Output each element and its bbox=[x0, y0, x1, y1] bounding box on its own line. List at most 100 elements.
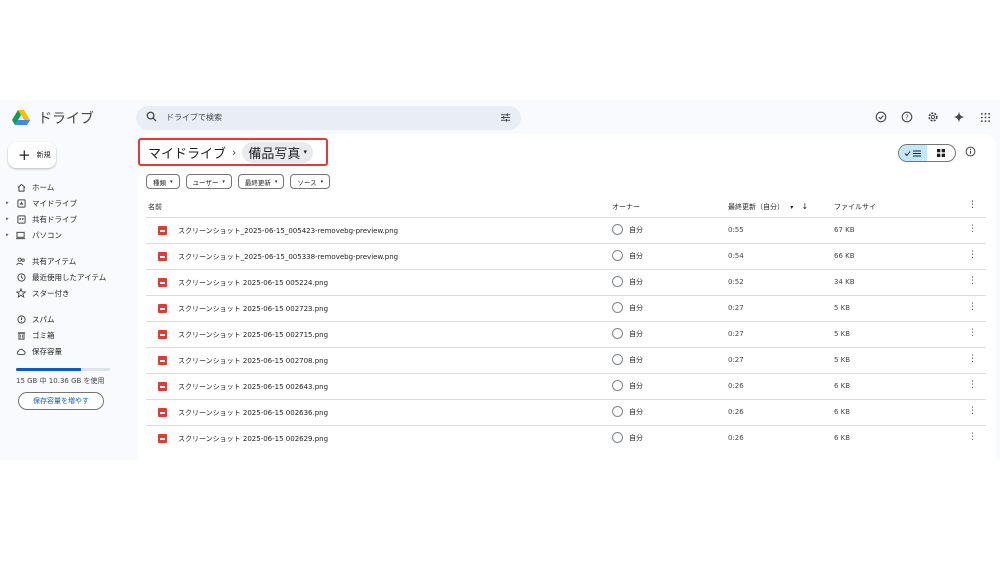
image-file-icon bbox=[158, 226, 167, 235]
table-row[interactable]: スクリーンショット 2025-06-15 002636.png 自分 0:26 6 K… bbox=[146, 399, 986, 425]
avatar bbox=[612, 302, 623, 313]
avatar bbox=[612, 276, 623, 287]
file-owner: 自分 bbox=[612, 276, 643, 287]
column-header-size[interactable]: ファイルサイ bbox=[834, 202, 876, 212]
column-header-modified[interactable]: 最終更新（自分） ▾ ↓ bbox=[728, 202, 808, 212]
more-actions-icon[interactable]: ⋮ bbox=[968, 406, 977, 416]
more-actions-icon[interactable]: ⋮ bbox=[968, 380, 977, 390]
filter-chips: 種類 ▾ ユーザー ▾ 最終更新 ▾ ソース ▾ bbox=[146, 174, 331, 189]
sort-arrow-down-icon[interactable]: ↓ bbox=[801, 202, 808, 211]
sidebar-item-starred[interactable]: スター付き bbox=[6, 286, 70, 300]
drive-app: ドライブ ドライブで検索 ? + 新規 ホーム ▸ マイドライブ ▸ 共有ドライ… bbox=[0, 100, 1000, 460]
breadcrumb: マイドライブ › 備品写真 ▾ bbox=[138, 138, 328, 166]
owner-label: 自分 bbox=[629, 407, 643, 416]
settings-gear-icon[interactable] bbox=[926, 110, 940, 124]
more-actions-icon[interactable]: ⋮ bbox=[968, 354, 977, 364]
chevron-down-icon: ▾ bbox=[170, 178, 173, 185]
sidebar-item-shared-with-me[interactable]: 共有アイテム bbox=[6, 254, 76, 268]
sidebar-item-recent[interactable]: 最近使用したアイテム bbox=[6, 270, 106, 284]
table-row[interactable]: スクリーンショット 2025-06-15 005224.png 自分 0:52 34 … bbox=[146, 269, 986, 295]
sidebar-item-home[interactable]: ホーム bbox=[6, 180, 54, 194]
help-icon[interactable]: ? bbox=[900, 110, 914, 124]
avatar bbox=[612, 432, 623, 443]
owner-label: 自分 bbox=[629, 355, 643, 364]
sidebar-item-shared-drives[interactable]: ▸ 共有ドライブ bbox=[6, 212, 77, 226]
breadcrumb-current-folder[interactable]: 備品写真 ▾ bbox=[242, 141, 313, 163]
file-name: スクリーンショット 2025-06-15 002636.png bbox=[178, 409, 329, 417]
file-owner: 自分 bbox=[612, 354, 643, 365]
table-row[interactable]: スクリーンショット 2025-06-15 002715.png 自分 0:27 5 K… bbox=[146, 321, 986, 347]
file-modified: 0:27 bbox=[728, 356, 744, 364]
shared-people-icon bbox=[16, 256, 26, 266]
storage-usage-fill bbox=[16, 368, 81, 371]
sidebar-item-trash[interactable]: ゴミ箱 bbox=[6, 328, 55, 342]
avatar bbox=[612, 380, 623, 391]
svg-text:?: ? bbox=[905, 113, 909, 121]
owner-label: 自分 bbox=[629, 303, 643, 312]
grid-view-button[interactable] bbox=[927, 145, 955, 161]
more-options-icon[interactable]: ⋮ bbox=[968, 200, 977, 210]
sidebar-item-storage[interactable]: 保存容量 bbox=[6, 344, 62, 358]
computer-icon bbox=[16, 230, 26, 240]
chevron-down-icon: ▾ bbox=[222, 178, 225, 185]
new-button[interactable]: + 新規 bbox=[8, 142, 56, 168]
apps-grid-icon[interactable] bbox=[978, 110, 992, 124]
expand-caret-icon[interactable]: ▸ bbox=[6, 200, 10, 206]
file-owner: 自分 bbox=[612, 432, 643, 443]
more-actions-icon[interactable]: ⋮ bbox=[968, 432, 977, 442]
more-actions-icon[interactable]: ⋮ bbox=[968, 250, 977, 260]
file-size: 5 KB bbox=[834, 304, 851, 312]
file-owner: 自分 bbox=[612, 224, 643, 235]
info-icon[interactable] bbox=[965, 146, 976, 157]
column-header-owner[interactable]: オーナー bbox=[612, 202, 640, 212]
table-row[interactable]: スクリーンショット_2025-06-15_005423-removebg-pre… bbox=[146, 217, 986, 243]
sidebar-item-label: 共有ドライブ bbox=[32, 214, 77, 224]
sidebar-item-label: ホーム bbox=[32, 182, 55, 192]
expand-caret-icon[interactable]: ▸ bbox=[6, 232, 10, 238]
filter-type-chip[interactable]: 種類 ▾ bbox=[146, 174, 180, 189]
table-row[interactable]: スクリーンショット 2025-06-15 002629.png 自分 0:26 6 K… bbox=[146, 425, 986, 451]
sidebar-item-computers[interactable]: ▸ パソコン bbox=[6, 228, 62, 242]
table-row[interactable]: スクリーンショット_2025-06-15_005338-removebg-pre… bbox=[146, 243, 986, 269]
sidebar-item-label: 最近使用したアイテム bbox=[32, 272, 107, 282]
file-name: スクリーンショット_2025-06-15_005423-removebg-pre… bbox=[178, 227, 399, 235]
more-actions-icon[interactable]: ⋮ bbox=[968, 328, 977, 338]
drive-logo[interactable]: ドライブ bbox=[12, 108, 94, 128]
filter-source-chip[interactable]: ソース ▾ bbox=[290, 174, 331, 189]
sort-dropdown-icon[interactable]: ▾ bbox=[790, 204, 793, 211]
list-view-button[interactable] bbox=[899, 145, 927, 161]
file-name: スクリーンショット_2025-06-15_005338-removebg-pre… bbox=[178, 253, 399, 261]
app-title: ドライブ bbox=[38, 111, 94, 127]
file-modified: 0:26 bbox=[728, 408, 744, 416]
column-header-name[interactable]: 名前 bbox=[148, 202, 162, 212]
breadcrumb-root[interactable]: マイドライブ bbox=[148, 143, 226, 162]
table-row[interactable]: スクリーンショット 2025-06-15 002723.png 自分 0:27 5 K… bbox=[146, 295, 986, 321]
more-actions-icon[interactable]: ⋮ bbox=[968, 224, 977, 234]
table-row[interactable]: スクリーンショット 2025-06-15 002643.png 自分 0:26 6 K… bbox=[146, 373, 986, 399]
file-modified: 0:26 bbox=[728, 434, 744, 442]
filter-people-chip[interactable]: ユーザー ▾ bbox=[185, 174, 232, 189]
table-row[interactable]: スクリーンショット 2025-06-15 002708.png 自分 0:27 5 K… bbox=[146, 347, 986, 373]
more-actions-icon[interactable]: ⋮ bbox=[968, 276, 977, 286]
filter-modified-chip[interactable]: 最終更新 ▾ bbox=[237, 174, 285, 189]
search-box[interactable]: ドライブで検索 bbox=[136, 106, 521, 130]
current-folder-name: 備品写真 bbox=[248, 146, 301, 162]
offline-status-icon[interactable] bbox=[874, 110, 888, 124]
more-actions-icon[interactable]: ⋮ bbox=[968, 302, 977, 312]
sidebar-item-spam[interactable]: スパム bbox=[6, 312, 55, 326]
file-owner: 自分 bbox=[612, 250, 643, 261]
file-owner: 自分 bbox=[612, 380, 643, 391]
file-name: スクリーンショット 2025-06-15 002708.png bbox=[178, 357, 329, 365]
file-name: スクリーンショット 2025-06-15 002715.png bbox=[178, 331, 329, 339]
gemini-sparkle-icon[interactable] bbox=[952, 110, 966, 124]
file-modified: 0:27 bbox=[728, 330, 744, 338]
search-options-icon[interactable] bbox=[500, 112, 511, 123]
search-placeholder: ドライブで検索 bbox=[166, 113, 222, 122]
chevron-down-icon: ▾ bbox=[320, 178, 324, 185]
expand-caret-icon[interactable]: ▸ bbox=[6, 216, 10, 222]
drive-logo-icon bbox=[12, 110, 30, 125]
sidebar-item-my-drive[interactable]: ▸ マイドライブ bbox=[6, 196, 77, 210]
avatar bbox=[612, 250, 623, 261]
storage-usage-text: 15 GB 中 10.36 GB を使用 bbox=[16, 377, 105, 385]
get-more-storage-button[interactable]: 保存容量を増やす bbox=[18, 392, 104, 410]
